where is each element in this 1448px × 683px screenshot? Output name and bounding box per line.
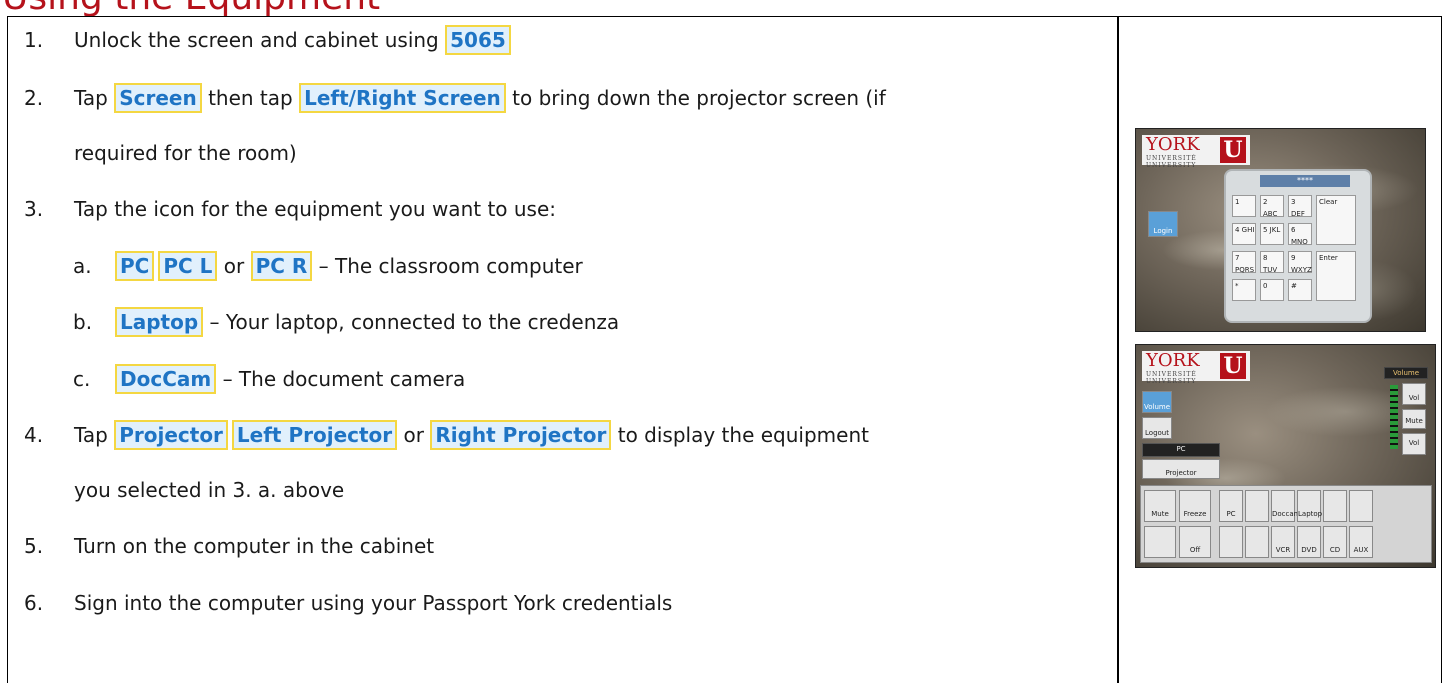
control-panel-photo: YORK UNIVERSITÉ UNIVERSITY U Volume Logo… bbox=[1135, 344, 1436, 568]
step-text: – The classroom computer bbox=[312, 254, 583, 278]
step-number: 3. bbox=[24, 197, 44, 221]
step-text: then tap bbox=[201, 86, 300, 110]
step-text: or bbox=[397, 423, 431, 447]
unlock-code-label: 5065 bbox=[445, 25, 511, 55]
source-button bbox=[1245, 526, 1269, 558]
left-right-screen-button-label: Left/Right Screen bbox=[299, 83, 506, 113]
pin-display: **** bbox=[1260, 175, 1350, 187]
doccam-button: Doccam bbox=[1271, 490, 1300, 522]
step-6: 6. Sign into the computer using your Pass… bbox=[24, 589, 672, 617]
step-4-continued: you selected in 3. a. above bbox=[74, 478, 345, 502]
pc-r-button-label: PC R bbox=[250, 251, 313, 281]
pin-keypad: **** 1 2 ABC 3 DEF Clear 4 GHI 5 JKL 6 M… bbox=[1224, 169, 1372, 323]
dvd-button: DVD bbox=[1297, 526, 1321, 558]
blank-button bbox=[1144, 526, 1176, 558]
york-logo: YORK UNIVERSITÉ UNIVERSITY U bbox=[1142, 350, 1250, 385]
source-button bbox=[1219, 526, 1243, 558]
step-number: 4. bbox=[24, 423, 44, 447]
mute-button: Mute bbox=[1144, 490, 1176, 522]
logo-u-mark: U bbox=[1220, 353, 1246, 379]
step-text: to bring down the projector screen (if bbox=[505, 86, 886, 110]
york-logo: YORK UNIVERSITÉ UNIVERSITY U bbox=[1142, 134, 1250, 169]
heading-clip: Using the Equipment bbox=[0, 0, 1448, 16]
key: 5 JKL bbox=[1260, 223, 1284, 245]
step-text: Sign into the computer using your Passpo… bbox=[74, 591, 673, 615]
login-button: Login bbox=[1148, 211, 1178, 237]
substep-c: c. DocCam – The document camera bbox=[73, 364, 465, 394]
step-1: 1. Unlock the screen and cabinet using 50… bbox=[24, 25, 511, 55]
step-number: 6. bbox=[24, 591, 44, 615]
source-button-grid: Mute Freeze PC Doccam Laptop Off VCR DVD… bbox=[1140, 485, 1432, 563]
volume-meter bbox=[1390, 385, 1398, 449]
projector-button-label: Projector bbox=[114, 420, 228, 450]
right-projector-button-label: Right Projector bbox=[430, 420, 612, 450]
step-text: Turn on the computer in the cabinet bbox=[74, 534, 435, 558]
step-5: 5. Turn on the computer in the cabinet bbox=[24, 532, 434, 560]
key: 2 ABC bbox=[1260, 195, 1284, 218]
vcr-button: VCR bbox=[1271, 526, 1295, 558]
volume-button: Volume bbox=[1142, 391, 1172, 413]
key: 4 GHI bbox=[1232, 223, 1256, 245]
column-divider bbox=[1117, 16, 1119, 683]
substep-letter: a. bbox=[73, 254, 92, 278]
key: 8 TUV bbox=[1260, 251, 1284, 274]
freeze-button: Freeze bbox=[1179, 490, 1211, 522]
key: # bbox=[1288, 279, 1312, 301]
key: 0 bbox=[1260, 279, 1284, 301]
logout-button: Logout bbox=[1142, 417, 1172, 439]
pc-l-button-label: PC L bbox=[158, 251, 218, 281]
cd-button: CD bbox=[1323, 526, 1347, 558]
laptop-button-label: Laptop bbox=[115, 307, 204, 337]
doccam-button-label: DocCam bbox=[115, 364, 217, 394]
step-text: Tap bbox=[74, 423, 115, 447]
step-text: – The document camera bbox=[216, 367, 466, 391]
step-2: 2. Tap Screen then tap Left/Right Screen … bbox=[24, 83, 886, 113]
key: * bbox=[1232, 279, 1256, 301]
pc-button-label: PC bbox=[115, 251, 155, 281]
laptop-button: Laptop bbox=[1297, 490, 1322, 522]
substep-letter: b. bbox=[73, 310, 93, 334]
source-button bbox=[1349, 490, 1373, 522]
vol-down-button: Vol bbox=[1402, 433, 1426, 455]
key: 7 PQRS bbox=[1232, 251, 1256, 274]
step-4: 4. Tap Projector Left Projector or Right P… bbox=[24, 420, 869, 450]
mute-button: Mute bbox=[1402, 409, 1426, 429]
step-text: – Your laptop, connected to the credenza bbox=[203, 310, 620, 334]
logo-text: YORK bbox=[1146, 134, 1200, 155]
off-button: Off bbox=[1179, 526, 1211, 558]
source-button bbox=[1323, 490, 1347, 522]
step-number: 1. bbox=[24, 28, 44, 52]
step-2-continued: required for the room) bbox=[74, 141, 297, 165]
screen-button-label: Screen bbox=[114, 83, 202, 113]
logo-text: YORK bbox=[1146, 350, 1200, 371]
step-number: 2. bbox=[24, 86, 44, 110]
key: 1 bbox=[1232, 195, 1256, 217]
substep-letter: c. bbox=[73, 367, 91, 391]
substep-b: b. Laptop – Your laptop, connected to the… bbox=[73, 307, 619, 337]
login-panel-photo: YORK UNIVERSITÉ UNIVERSITY U Login **** … bbox=[1135, 128, 1426, 332]
step-text: to display the equipment bbox=[611, 423, 869, 447]
key-enter: Enter bbox=[1316, 251, 1356, 301]
step-text: or bbox=[217, 254, 251, 278]
source-button bbox=[1245, 490, 1269, 522]
volume-title: Volume bbox=[1384, 367, 1428, 379]
aux-button: AUX bbox=[1349, 526, 1373, 558]
step-text: Tap the icon for the equipment you want … bbox=[74, 197, 557, 221]
logo-u-mark: U bbox=[1220, 137, 1246, 163]
key: 9 WXYZ bbox=[1288, 251, 1312, 274]
step-text: Unlock the screen and cabinet using bbox=[74, 28, 446, 52]
key: 3 DEF bbox=[1288, 195, 1312, 218]
pc-button: PC bbox=[1219, 490, 1243, 522]
projector-button: Projector bbox=[1142, 459, 1220, 479]
step-3: 3. Tap the icon for the equipment you wan… bbox=[24, 195, 556, 223]
key: 6 MNO bbox=[1288, 223, 1312, 246]
key-clear: Clear bbox=[1316, 195, 1356, 245]
step-text: Tap bbox=[74, 86, 115, 110]
vol-up-button: Vol bbox=[1402, 383, 1426, 405]
substep-a: a. PC PC L or PC R – The classroom compute… bbox=[73, 251, 583, 281]
page-heading: Using the Equipment bbox=[2, 0, 380, 16]
left-projector-button-label: Left Projector bbox=[231, 420, 398, 450]
pc-source-label: PC bbox=[1142, 443, 1220, 457]
step-number: 5. bbox=[24, 534, 44, 558]
